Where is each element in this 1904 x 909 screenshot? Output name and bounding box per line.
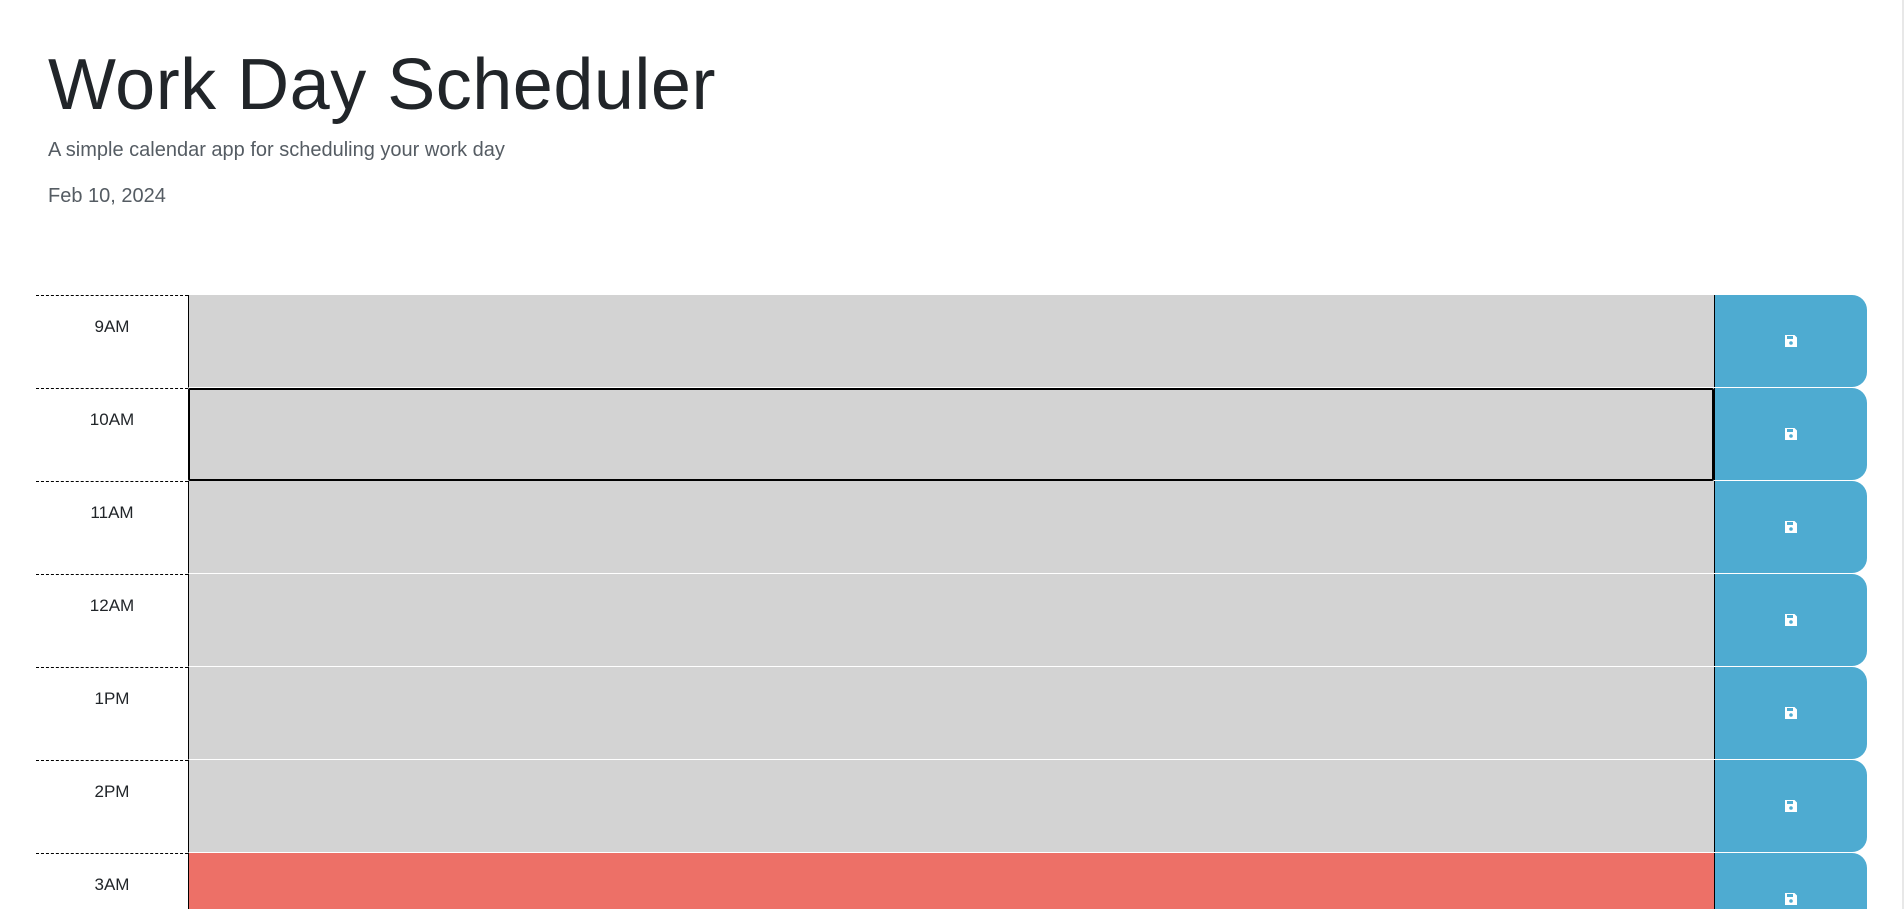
event-textarea[interactable] xyxy=(188,295,1714,388)
hour-label: 11AM xyxy=(36,481,188,574)
save-button[interactable] xyxy=(1714,295,1867,387)
save-icon xyxy=(1784,334,1798,348)
jumbotron-header: Work Day Scheduler A simple calendar app… xyxy=(48,40,716,210)
event-textarea[interactable] xyxy=(188,388,1714,481)
event-textarea[interactable] xyxy=(188,667,1714,760)
time-block-row: 2PM xyxy=(36,760,1867,853)
event-textarea[interactable] xyxy=(188,760,1714,853)
save-icon xyxy=(1784,613,1798,627)
time-block-row: 3AM xyxy=(36,853,1867,909)
time-block-row: 12AM xyxy=(36,574,1867,667)
save-icon xyxy=(1784,427,1798,441)
save-button[interactable] xyxy=(1714,667,1867,759)
hour-label: 3AM xyxy=(36,853,188,909)
event-textarea[interactable] xyxy=(188,574,1714,667)
event-textarea[interactable] xyxy=(188,481,1714,574)
time-block-row: 10AM xyxy=(36,388,1867,481)
page-subtitle: A simple calendar app for scheduling you… xyxy=(48,139,505,161)
save-button[interactable] xyxy=(1714,853,1867,909)
time-block-list: 9AM 10AM 11AM 12AM 1PM 2PM 3AM xyxy=(36,295,1867,909)
hour-label: 2PM xyxy=(36,760,188,853)
save-button[interactable] xyxy=(1714,388,1867,480)
hour-label: 1PM xyxy=(36,667,188,760)
time-block-row: 1PM xyxy=(36,667,1867,760)
event-textarea[interactable] xyxy=(188,853,1714,909)
time-block-row: 9AM xyxy=(36,295,1867,388)
current-date: Feb 10, 2024 xyxy=(48,185,166,207)
save-icon xyxy=(1784,799,1798,813)
hour-label: 10AM xyxy=(36,388,188,481)
scheduler-page: Work Day Scheduler A simple calendar app… xyxy=(0,0,1904,909)
hour-label: 9AM xyxy=(36,295,188,388)
save-button[interactable] xyxy=(1714,481,1867,573)
save-button[interactable] xyxy=(1714,760,1867,852)
page-title: Work Day Scheduler xyxy=(48,45,716,125)
save-icon xyxy=(1784,706,1798,720)
hour-label: 12AM xyxy=(36,574,188,667)
save-icon xyxy=(1784,520,1798,534)
save-button[interactable] xyxy=(1714,574,1867,666)
save-icon xyxy=(1784,892,1798,906)
time-block-row: 11AM xyxy=(36,481,1867,574)
